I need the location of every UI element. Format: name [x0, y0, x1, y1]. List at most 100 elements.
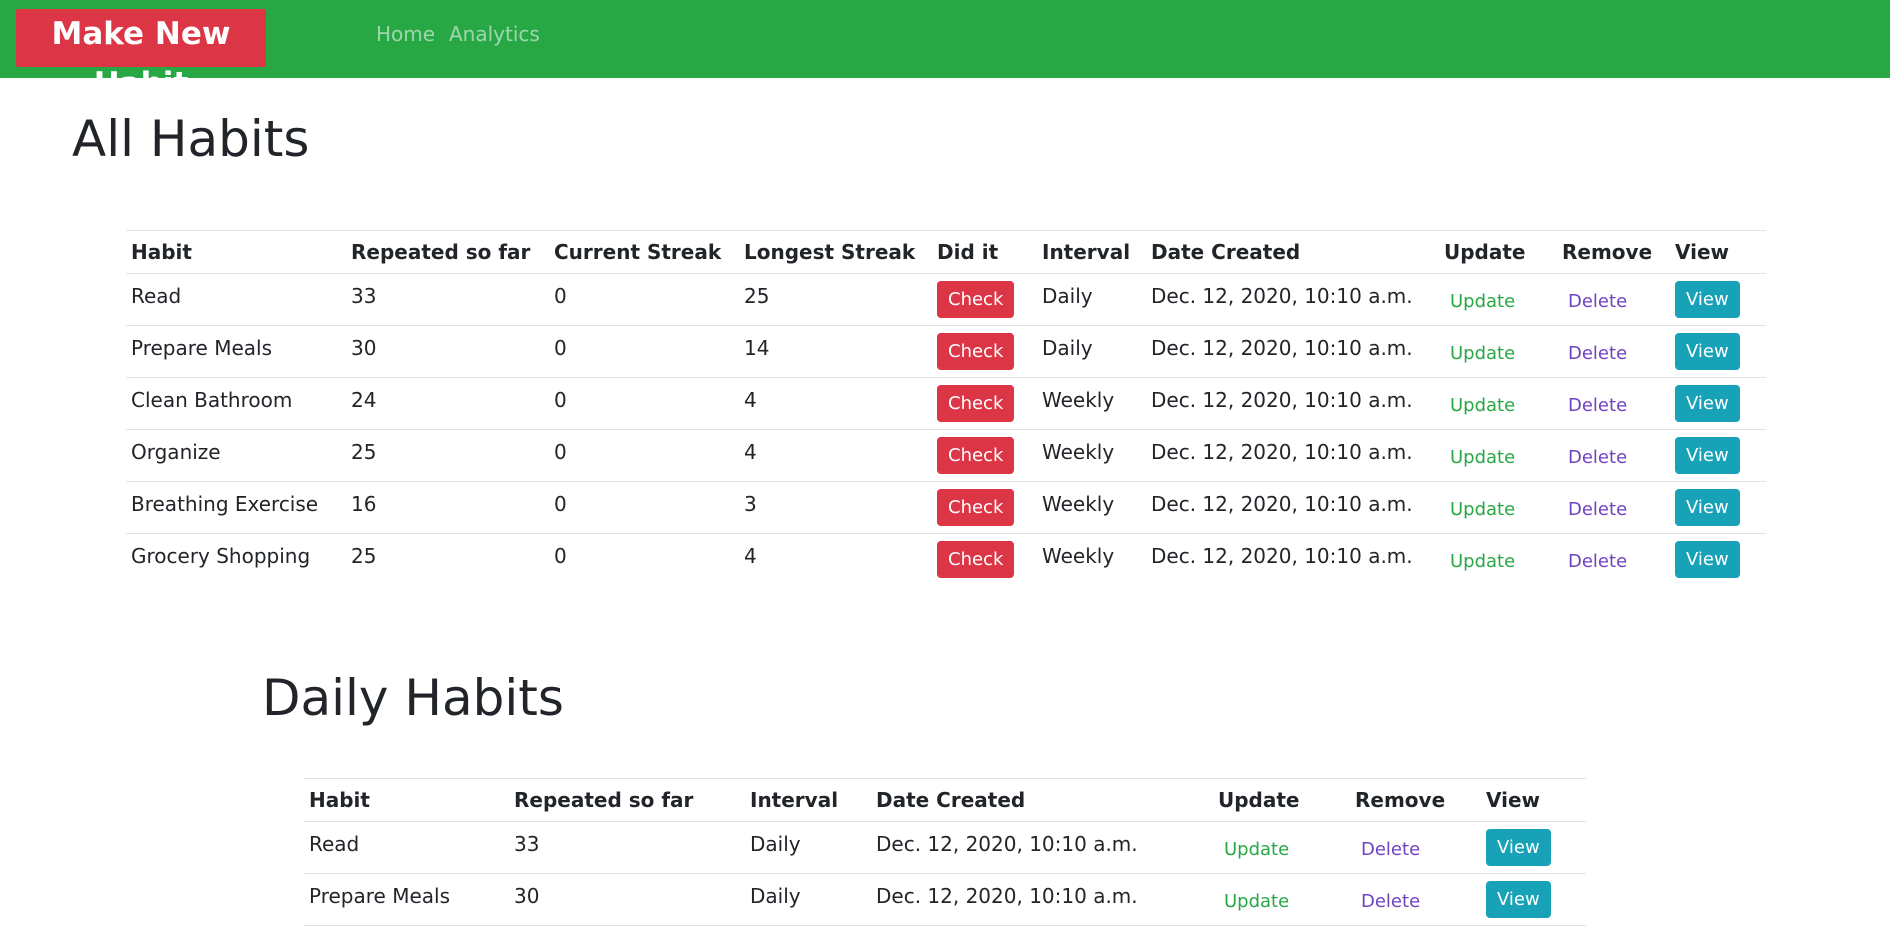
column-header-did-it: Did it	[932, 230, 1037, 274]
interval: Daily	[1042, 335, 1093, 360]
table-row: Clean Bathroom 24 0 4 Check Weekly Dec. …	[126, 377, 1766, 430]
current-streak: 0	[554, 439, 567, 464]
current-streak: 0	[554, 335, 567, 360]
current-streak: 0	[554, 283, 567, 308]
table-row: Read 33 Daily Dec. 12, 2020, 10:10 a.m. …	[304, 821, 1586, 874]
current-streak: 0	[554, 491, 567, 516]
nav-link-home[interactable]: Home	[376, 22, 435, 46]
interval: Daily	[750, 831, 801, 856]
view-button[interactable]: View	[1675, 437, 1740, 474]
interval: Daily	[750, 883, 801, 908]
delete-link[interactable]: Delete	[1361, 839, 1420, 860]
interval: Weekly	[1042, 387, 1115, 412]
column-header-view: View	[1670, 230, 1766, 274]
current-streak: 0	[554, 387, 567, 412]
check-button[interactable]: Check	[937, 437, 1015, 474]
habit-name: Organize	[131, 439, 221, 464]
update-link[interactable]: Update	[1450, 499, 1515, 520]
delete-link[interactable]: Delete	[1568, 499, 1627, 520]
repeated-count: 33	[514, 831, 540, 856]
longest-streak: 4	[744, 439, 757, 464]
table-row: Organize 25 0 4 Check Weekly Dec. 12, 20…	[126, 429, 1766, 482]
column-header-habit: Habit	[126, 230, 346, 274]
column-header-repeated: Repeated so far	[509, 778, 745, 822]
habit-name: Prepare Meals	[131, 335, 272, 360]
view-button[interactable]: View	[1675, 281, 1740, 318]
habit-name: Prepare Meals	[309, 883, 450, 908]
view-button[interactable]: View	[1675, 489, 1740, 526]
check-button[interactable]: Check	[937, 333, 1015, 370]
delete-link[interactable]: Delete	[1568, 343, 1627, 364]
habit-name: Read	[309, 831, 360, 856]
delete-link[interactable]: Delete	[1568, 551, 1627, 572]
date-created: Dec. 12, 2020, 10:10 a.m.	[1151, 491, 1413, 516]
column-header-remove: Remove	[1350, 778, 1481, 822]
interval: Weekly	[1042, 543, 1115, 568]
repeated-count: 30	[514, 883, 540, 908]
view-button[interactable]: View	[1675, 385, 1740, 422]
view-button[interactable]: View	[1486, 881, 1551, 918]
column-header-date-created: Date Created	[1146, 230, 1439, 274]
column-header-remove: Remove	[1557, 230, 1670, 274]
current-streak: 0	[554, 543, 567, 568]
repeated-count: 30	[351, 335, 377, 360]
page-title-daily-habits: Daily Habits	[262, 669, 564, 727]
repeated-count: 33	[351, 283, 377, 308]
date-created: Dec. 12, 2020, 10:10 a.m.	[1151, 439, 1413, 464]
navbar: Make New Habit Home Analytics	[0, 0, 1890, 102]
update-link[interactable]: Update	[1450, 395, 1515, 416]
delete-link[interactable]: Delete	[1361, 891, 1420, 912]
longest-streak: 25	[744, 283, 770, 308]
column-header-interval: Interval	[745, 778, 871, 822]
date-created: Dec. 12, 2020, 10:10 a.m.	[876, 883, 1138, 908]
view-button[interactable]: View	[1486, 829, 1551, 866]
column-header-longest-streak: Longest Streak	[739, 230, 932, 274]
column-header-interval: Interval	[1037, 230, 1146, 274]
table-row: Prepare Meals 30 0 14 Check Daily Dec. 1…	[126, 325, 1766, 378]
check-button[interactable]: Check	[937, 281, 1015, 318]
column-header-current-streak: Current Streak	[549, 230, 739, 274]
check-button[interactable]: Check	[937, 385, 1015, 422]
all-habits-table: Habit Repeated so far Current Streak Lon…	[126, 230, 1766, 585]
interval: Daily	[1042, 283, 1093, 308]
column-header-repeated: Repeated so far	[346, 230, 549, 274]
delete-link[interactable]: Delete	[1568, 395, 1627, 416]
habit-name: Breathing Exercise	[131, 491, 319, 516]
nav-link-analytics[interactable]: Analytics	[449, 22, 540, 46]
habit-name: Clean Bathroom	[131, 387, 293, 412]
page-title-all-habits: All Habits	[72, 110, 310, 168]
update-link[interactable]: Update	[1224, 891, 1289, 912]
column-header-habit: Habit	[304, 778, 509, 822]
longest-streak: 14	[744, 335, 770, 360]
longest-streak: 4	[744, 387, 757, 412]
interval: Weekly	[1042, 491, 1115, 516]
table-header-row: Habit Repeated so far Current Streak Lon…	[126, 230, 1766, 274]
date-created: Dec. 12, 2020, 10:10 a.m.	[1151, 543, 1413, 568]
view-button[interactable]: View	[1675, 541, 1740, 578]
update-link[interactable]: Update	[1224, 839, 1289, 860]
table-header-row: Habit Repeated so far Interval Date Crea…	[304, 778, 1586, 822]
table-row: Breathing Exercise 16 0 3 Check Weekly D…	[126, 481, 1766, 534]
view-button[interactable]: View	[1675, 333, 1740, 370]
table-row: Read 33 0 25 Check Daily Dec. 12, 2020, …	[126, 273, 1766, 326]
column-header-date-created: Date Created	[871, 778, 1213, 822]
check-button[interactable]: Check	[937, 489, 1015, 526]
repeated-count: 24	[351, 387, 377, 412]
date-created: Dec. 12, 2020, 10:10 a.m.	[876, 831, 1138, 856]
daily-habits-table: Habit Repeated so far Interval Date Crea…	[304, 778, 1586, 926]
update-link[interactable]: Update	[1450, 291, 1515, 312]
habit-name: Grocery Shopping	[131, 543, 311, 568]
date-created: Dec. 12, 2020, 10:10 a.m.	[1151, 387, 1413, 412]
update-link[interactable]: Update	[1450, 343, 1515, 364]
brand-make-new-habit[interactable]: Make New Habit	[16, 9, 266, 102]
repeated-count: 25	[351, 439, 377, 464]
update-link[interactable]: Update	[1450, 551, 1515, 572]
update-link[interactable]: Update	[1450, 447, 1515, 468]
date-created: Dec. 12, 2020, 10:10 a.m.	[1151, 283, 1413, 308]
delete-link[interactable]: Delete	[1568, 291, 1627, 312]
column-header-update: Update	[1213, 778, 1350, 822]
interval: Weekly	[1042, 439, 1115, 464]
delete-link[interactable]: Delete	[1568, 447, 1627, 468]
longest-streak: 3	[744, 491, 757, 516]
check-button[interactable]: Check	[937, 541, 1015, 578]
